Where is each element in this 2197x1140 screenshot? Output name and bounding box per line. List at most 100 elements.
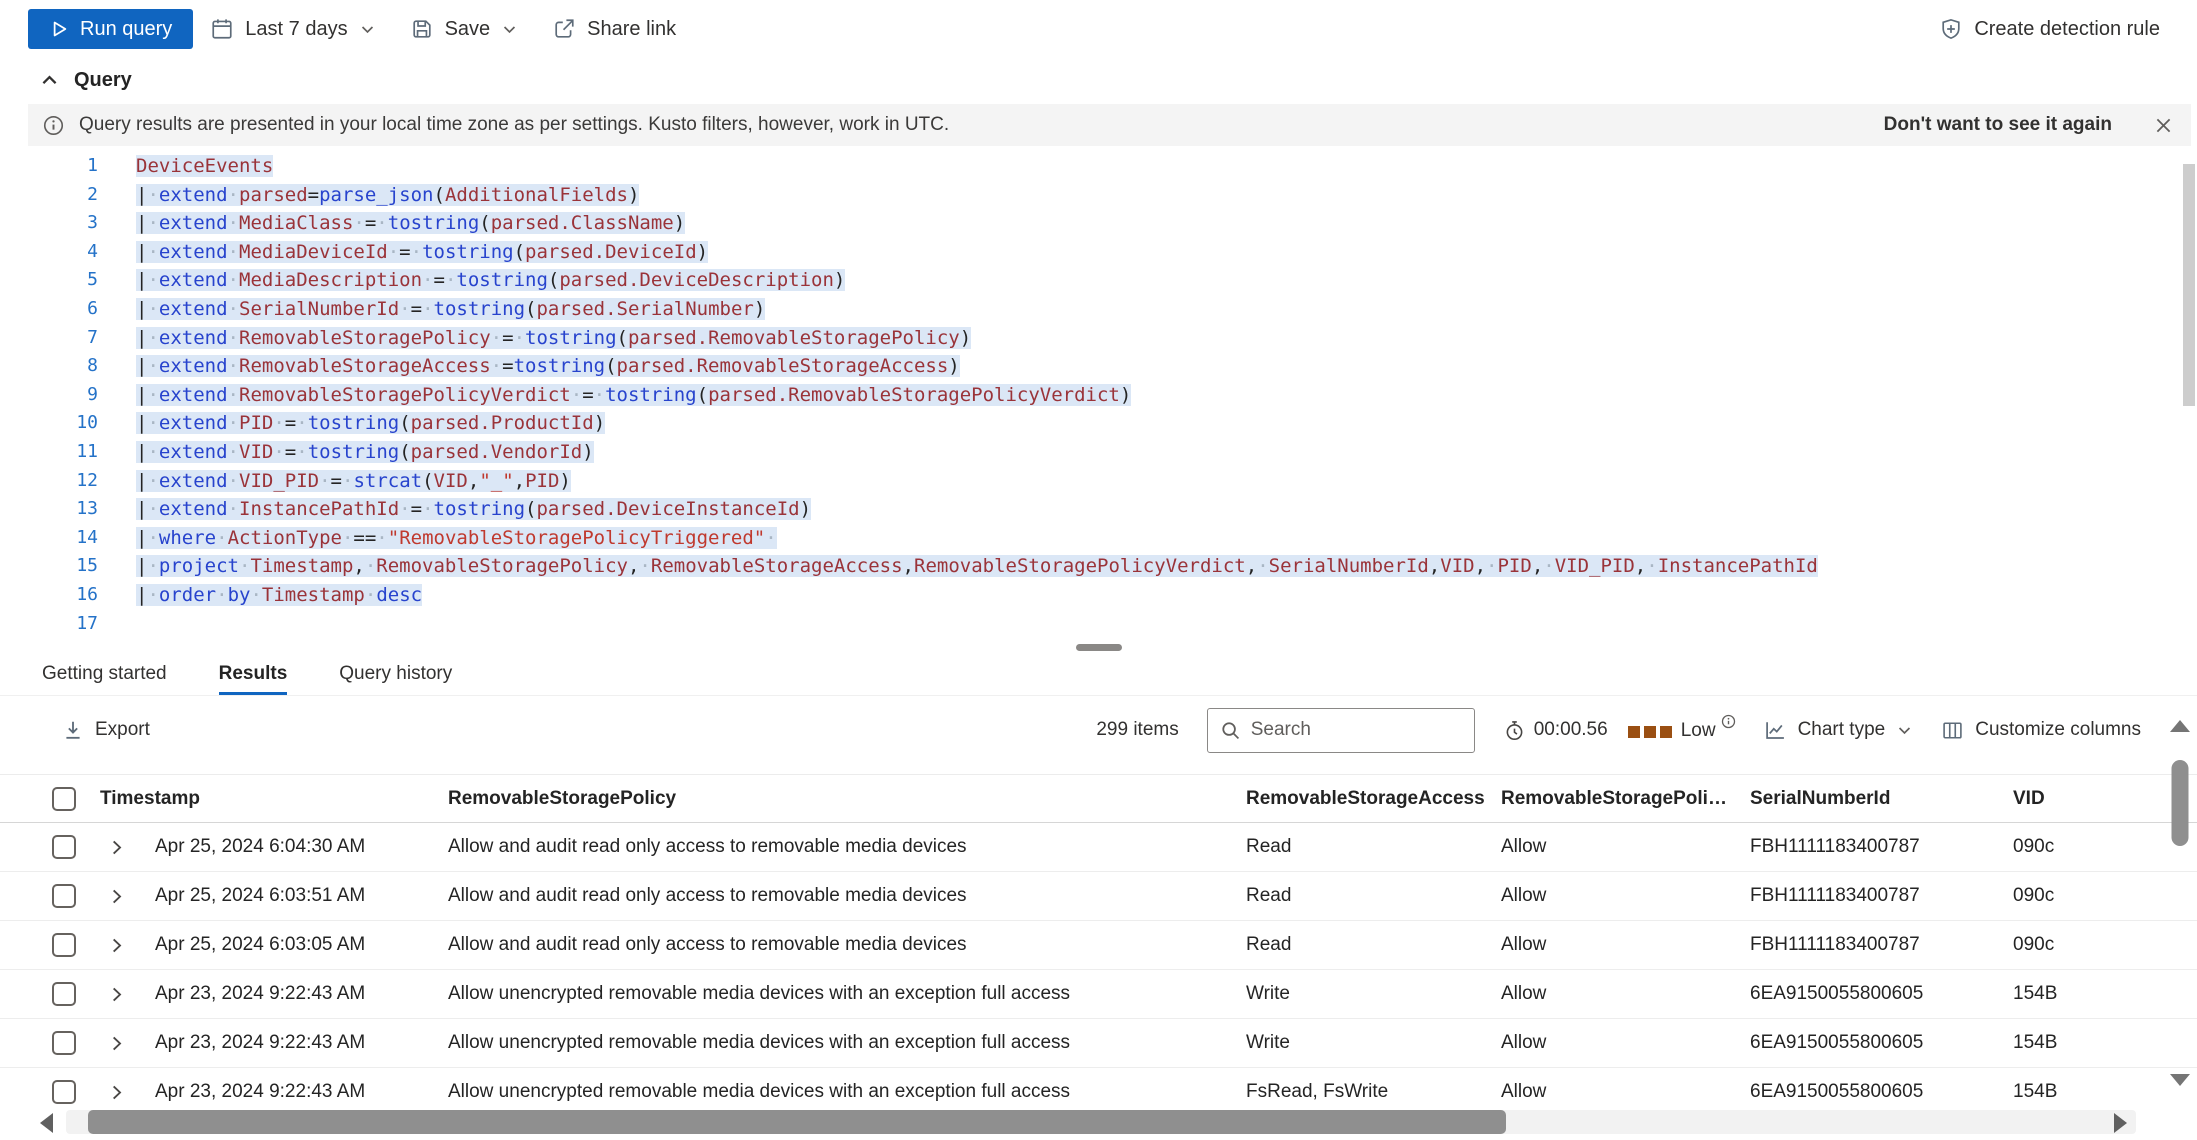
items-count: 299 items — [1096, 719, 1179, 740]
banner-dismiss-button[interactable]: Don't want to see it again — [1884, 114, 2112, 136]
code-line[interactable]: 3 |·extend·MediaClass·=·tostring(parsed.C… — [0, 209, 2197, 238]
table-row[interactable]: Apr 23, 2024 9:22:43 AM Allow unencrypted… — [0, 1019, 2197, 1068]
scroll-down-arrow[interactable] — [2170, 1074, 2190, 1086]
code-line[interactable]: 10 |·extend·PID·=·tostring(parsed.Product… — [0, 409, 2197, 438]
code-line[interactable]: 7 |·extend·RemovableStoragePolicy·=·tostr… — [0, 324, 2197, 353]
code-line[interactable]: 12 |·extend·VID_PID·=·strcat(VID,"_",PID) — [0, 467, 2197, 496]
line-number: 12 — [76, 469, 98, 491]
code-line[interactable]: 1 DeviceEvents — [0, 152, 2197, 181]
cell-removablestorageaccess: Read — [1246, 885, 1292, 906]
column-header-removablestorageaccess[interactable]: RemovableStorageAccess — [1246, 788, 1501, 810]
row-checkbox[interactable] — [52, 1031, 76, 1055]
expand-row-icon[interactable] — [108, 986, 125, 1003]
code-line[interactable]: 14 |·where·ActionType·==·"RemovableStorag… — [0, 524, 2197, 553]
column-header-removablestoragepolicy[interactable]: RemovableStoragePolicy — [448, 788, 1246, 810]
row-checkbox[interactable] — [52, 933, 76, 957]
cell-timestamp: Apr 25, 2024 6:03:51 AM — [155, 885, 366, 906]
code-lines: 1 DeviceEvents 2 |·extend·parsed=parse_json… — [0, 152, 2197, 638]
row-checkbox[interactable] — [52, 884, 76, 908]
expand-row-icon[interactable] — [108, 1035, 125, 1052]
code-line[interactable]: 2 |·extend·parsed=parse_json(AdditionalFi… — [0, 181, 2197, 210]
create-detection-rule-button[interactable]: Create detection rule — [1922, 9, 2177, 49]
save-dropdown[interactable]: Save — [393, 9, 536, 49]
cell-removablestoragepolicy: Allow and audit read only access to remo… — [448, 934, 967, 955]
code-line[interactable]: 5 |·extend·MediaDescription·=·tostring(pa… — [0, 266, 2197, 295]
cell-removablestoragepolicy: Allow unencrypted removable media device… — [448, 1032, 1071, 1053]
cell-removablestoragepolicyverdict: Allow — [1501, 885, 1547, 906]
columns-icon — [1941, 719, 1964, 742]
cell-removablestoragepolicy: Allow and audit read only access to remo… — [448, 836, 967, 857]
results-toolbar: Export 299 items 00:00.56 Low Chart type — [0, 696, 2197, 758]
table-row[interactable]: Apr 25, 2024 6:03:05 AM Allow and audit r… — [0, 921, 2197, 970]
row-checkbox[interactable] — [52, 1080, 76, 1104]
select-all-checkbox[interactable] — [52, 786, 76, 811]
export-label: Export — [95, 719, 150, 740]
expand-row-icon[interactable] — [108, 888, 125, 905]
line-number: 2 — [87, 183, 98, 205]
cell-removablestoragepolicy: Allow unencrypted removable media device… — [448, 983, 1071, 1004]
info-icon[interactable] — [1721, 714, 1736, 729]
tab-query-history[interactable]: Query history — [339, 663, 452, 695]
expand-row-icon[interactable] — [108, 937, 125, 954]
table-row[interactable]: Apr 25, 2024 6:03:51 AM Allow and audit r… — [0, 872, 2197, 921]
customize-columns-button[interactable]: Customize columns — [1941, 719, 2141, 742]
code-line[interactable]: 17 — [0, 610, 2197, 639]
column-header-removablestoragepolicyverdict[interactable]: RemovableStoragePolicyVer... — [1501, 788, 1750, 810]
horizontal-scrollbar[interactable] — [0, 1106, 2197, 1138]
run-query-button[interactable]: Run query — [28, 9, 194, 49]
scroll-left-arrow[interactable] — [40, 1113, 53, 1133]
search-icon — [1220, 720, 1241, 741]
code-line[interactable]: 13 |·extend·InstancePathId·=·tostring(par… — [0, 495, 2197, 524]
customize-columns-label: Customize columns — [1975, 719, 2141, 740]
search-box[interactable] — [1206, 707, 1475, 753]
results-vertical-scrollbar[interactable] — [2167, 716, 2193, 1090]
tab-getting-started[interactable]: Getting started — [42, 663, 167, 695]
code-line[interactable]: 16 |·order·by·Timestamp·desc — [0, 581, 2197, 610]
column-header-timestamp[interactable]: Timestamp — [100, 788, 448, 810]
scroll-right-arrow[interactable] — [2114, 1113, 2127, 1133]
chart-type-dropdown[interactable]: Chart type — [1764, 719, 1914, 742]
export-button[interactable]: Export — [62, 719, 150, 741]
line-number: 13 — [76, 498, 98, 520]
time-range-dropdown[interactable]: Last 7 days — [193, 9, 392, 49]
table-row[interactable]: Apr 25, 2024 6:04:30 AM Allow and audit r… — [0, 823, 2197, 872]
export-icon — [62, 719, 84, 741]
table-row[interactable]: Apr 23, 2024 9:22:43 AM Allow unencrypted… — [0, 970, 2197, 1019]
code-line[interactable]: 11 |·extend·VID·=·tostring(parsed.VendorI… — [0, 438, 2197, 467]
code-line[interactable]: 9 |·extend·RemovableStoragePolicyVerdict·… — [0, 381, 2197, 410]
horizontal-scrollbar-thumb[interactable] — [88, 1110, 1506, 1134]
vertical-scrollbar-thumb[interactable] — [2171, 760, 2189, 846]
kusto-query-editor[interactable]: 1 DeviceEvents 2 |·extend·parsed=parse_json… — [0, 150, 2197, 642]
timezone-info-banner: Query results are presented in your loca… — [28, 104, 2191, 146]
tab-results[interactable]: Results — [218, 663, 288, 695]
save-label: Save — [444, 17, 491, 40]
cell-removablestoragepolicyverdict: Allow — [1501, 1032, 1547, 1053]
expand-row-icon[interactable] — [108, 839, 125, 856]
search-input[interactable] — [1250, 719, 1462, 741]
chevron-up-icon[interactable] — [40, 71, 59, 90]
column-header-serialnumberid[interactable]: SerialNumberId — [1750, 788, 2013, 810]
line-number: 7 — [87, 326, 98, 348]
query-section-header[interactable]: Query — [0, 58, 2197, 102]
play-icon — [49, 19, 69, 39]
row-checkbox[interactable] — [52, 835, 76, 859]
code-line[interactable]: 4 |·extend·MediaDeviceId·=·tostring(parse… — [0, 238, 2197, 267]
resource-usage-squares — [1627, 726, 1672, 738]
close-icon[interactable] — [2154, 116, 2173, 135]
cell-removablestorageaccess: Write — [1246, 1032, 1290, 1053]
row-checkbox[interactable] — [52, 982, 76, 1006]
editor-scrollbar-thumb[interactable] — [2183, 164, 2195, 406]
expand-row-icon[interactable] — [108, 1084, 125, 1101]
line-number: 11 — [76, 440, 98, 462]
line-number: 1 — [87, 155, 98, 176]
code-line[interactable]: 8 |·extend·RemovableStorageAccess·=tostri… — [0, 352, 2197, 381]
share-link-button[interactable]: Share link — [535, 9, 693, 49]
cell-serialnumberid: 6EA9150055800605 — [1750, 1081, 1924, 1102]
scroll-up-arrow[interactable] — [2170, 720, 2190, 732]
code-line[interactable]: 6 |·extend·SerialNumberId·=·tostring(pars… — [0, 295, 2197, 324]
code-line[interactable]: 15 |·project·Timestamp,·RemovableStorageP… — [0, 552, 2197, 581]
cell-removablestoragepolicyverdict: Allow — [1501, 983, 1547, 1004]
cell-removablestoragepolicy: Allow unencrypted removable media device… — [448, 1081, 1071, 1102]
resource-usage-indicator: Low — [1627, 714, 1736, 742]
splitter-handle[interactable] — [1075, 644, 1122, 651]
